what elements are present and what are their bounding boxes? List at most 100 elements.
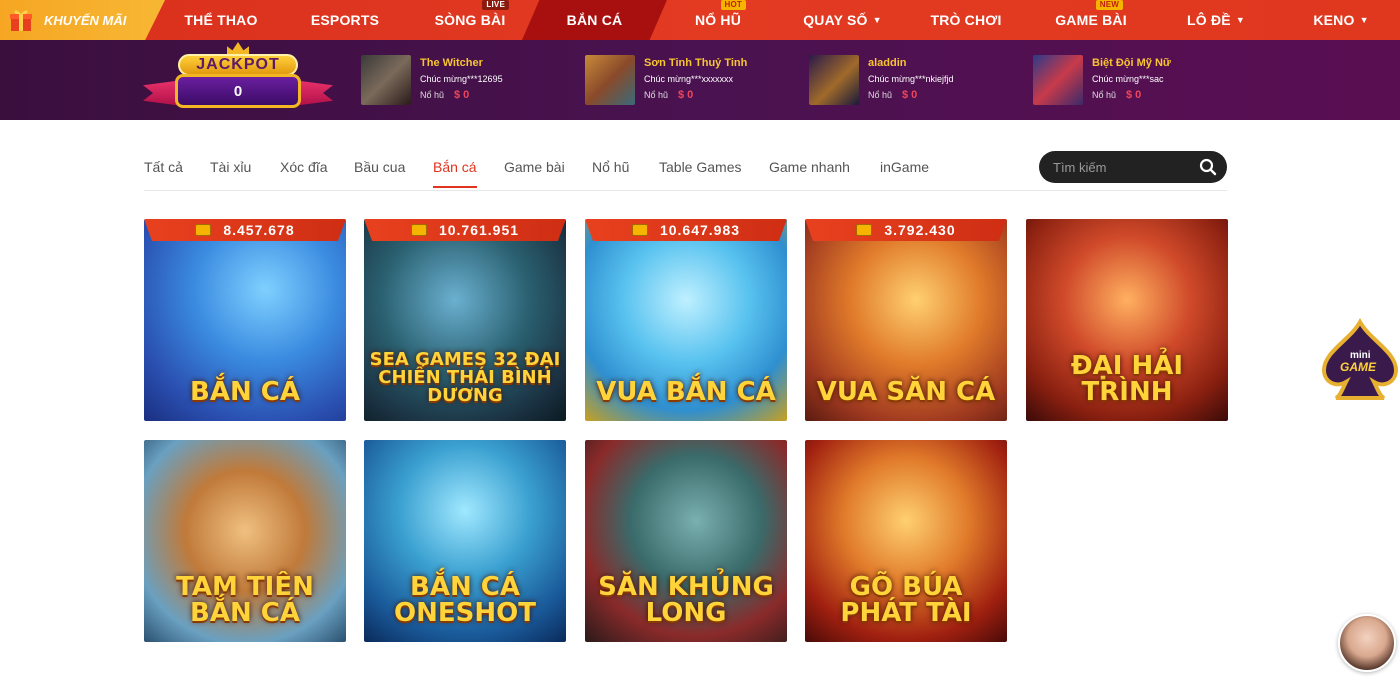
- nav-the-thao[interactable]: THỂ THAO: [175, 0, 267, 40]
- nav-keno[interactable]: KENO ▼: [1300, 0, 1382, 40]
- game-title: ĐẠI HẢI TRÌNH: [1070, 351, 1184, 407]
- winner-amount: $ 0: [902, 89, 918, 101]
- game-card[interactable]: 10.647.983 VUA BẮN CÁ: [585, 219, 787, 421]
- winner-label: Nổ hũ: [420, 90, 445, 100]
- nav-song-bai[interactable]: SÒNG BÀI LIVE: [425, 0, 515, 40]
- nav-esports[interactable]: ESPORTS: [300, 0, 390, 40]
- winner-item[interactable]: Biệt Đội Mỹ Nữ Chúc mừng***sac Nổ hũ $ 0: [1033, 55, 1243, 105]
- top-nav: KHUYẾN MÃI THỂ THAO ESPORTS SÒNG BÀI LIV…: [0, 0, 1400, 40]
- game-card[interactable]: SĂN KHỦNG LONG: [585, 440, 787, 642]
- tab-game-bai[interactable]: Game bài: [504, 152, 565, 188]
- nav-ban-ca[interactable]: BẮN CÁ: [522, 0, 667, 40]
- tab-tai-xiu[interactable]: Tài xỉu: [210, 152, 251, 188]
- winner-item[interactable]: aladdin Chúc mừng***nkiejfjd Nổ hũ $ 0: [809, 55, 1019, 105]
- treasure-chest-icon: [856, 224, 873, 236]
- mini-game-button[interactable]: mini GAME: [1318, 317, 1400, 402]
- game-card[interactable]: ĐẠI HẢI TRÌNH: [1026, 219, 1228, 421]
- tab-tat-ca[interactable]: Tất cả: [144, 152, 183, 188]
- search-icon[interactable]: [1199, 158, 1217, 176]
- tab-ban-ca[interactable]: Bắn cá: [433, 152, 477, 188]
- game-thumbnail: [585, 55, 635, 105]
- treasure-chest-icon: [410, 224, 427, 236]
- winner-game-name: Biệt Đội Mỹ Nữ: [1092, 57, 1171, 69]
- winner-item[interactable]: The Witcher Chúc mừng***12695 Nổ hũ $ 0: [361, 55, 571, 105]
- tab-table-games[interactable]: Table Games: [659, 152, 741, 188]
- game-jackpot-value: 3.792.430: [884, 222, 956, 238]
- tab-game-nhanh[interactable]: Game nhanh: [769, 152, 850, 188]
- nav-no-hu[interactable]: NỔ HŨ HOT: [678, 0, 758, 40]
- nav-label: NỔ HŨ: [694, 12, 742, 28]
- mini-game-label: GAME: [1340, 360, 1376, 374]
- game-title: BẮN CÁ: [190, 377, 300, 407]
- winner-game-name: The Witcher: [420, 57, 483, 69]
- game-title: VUA SĂN CÁ: [816, 377, 996, 407]
- nav-label: SÒNG BÀI: [434, 12, 506, 28]
- winner-game-name: aladdin: [868, 57, 907, 69]
- tabs-divider: [144, 190, 1227, 191]
- treasure-chest-icon: [631, 224, 648, 236]
- winner-game-name: Sơn Tinh Thuỷ Tinh: [644, 57, 748, 69]
- hot-badge: HOT: [720, 0, 746, 10]
- game-card[interactable]: 10.761.951 SEA GAMES 32 ĐẠI CHIẾN THÁI B…: [364, 219, 566, 421]
- nav-label: TRÒ CHƠI: [930, 12, 1002, 28]
- game-jackpot-value: 8.457.678: [223, 222, 295, 238]
- jackpot-widget: JACKPOT 0: [143, 42, 333, 118]
- game-card[interactable]: 8.457.678 BẮN CÁ: [144, 219, 346, 421]
- winner-congrats: Chúc mừng***12695: [420, 74, 503, 84]
- winner-label: Nổ hũ: [1092, 90, 1117, 100]
- tab-xoc-dia[interactable]: Xóc đĩa: [280, 152, 327, 188]
- game-jackpot-bar: 3.792.430: [805, 219, 1007, 241]
- search-input[interactable]: [1053, 159, 1193, 175]
- jackpot-band: JACKPOT 0 The Witcher Chúc mừng***12695 …: [0, 40, 1400, 120]
- search-box: [1039, 151, 1227, 183]
- tab-no-hu[interactable]: Nổ hũ: [592, 152, 629, 188]
- nav-tro-choi[interactable]: TRÒ CHƠI: [920, 0, 1012, 40]
- winner-item[interactable]: Sơn Tinh Thuỷ Tinh Chúc mừng***xxxxxxx N…: [585, 55, 795, 105]
- treasure-chest-icon: [195, 224, 212, 236]
- game-card[interactable]: BẮN CÁ ONESHOT: [364, 440, 566, 642]
- support-avatar[interactable]: [1338, 614, 1396, 672]
- game-thumbnail: [809, 55, 859, 105]
- game-card[interactable]: GÕ BÚA PHÁT TÀI: [805, 440, 1007, 642]
- game-card[interactable]: 3.792.430 VUA SĂN CÁ: [805, 219, 1007, 421]
- chevron-down-icon: ▼: [1235, 15, 1245, 25]
- chevron-down-icon: ▼: [1359, 15, 1369, 25]
- nav-label: LÔ ĐỀ: [1187, 12, 1231, 28]
- nav-label: ESPORTS: [310, 12, 380, 28]
- chevron-down-icon: ▼: [872, 15, 882, 25]
- winner-amount: $ 0: [454, 89, 470, 101]
- game-card[interactable]: TAM TIÊN BẮN CÁ: [144, 440, 346, 642]
- nav-quay-so[interactable]: QUAY SỐ ▼: [795, 0, 890, 40]
- winner-amount: $ 0: [1126, 89, 1142, 101]
- winner-congrats: Chúc mừng***sac: [1092, 74, 1164, 84]
- game-jackpot-bar: 10.761.951: [364, 219, 566, 241]
- game-title: BẮN CÁ ONESHOT: [394, 572, 536, 628]
- promo-label: KHUYẾN MÃI: [44, 12, 127, 28]
- nav-label: BẮN CÁ: [566, 12, 623, 28]
- nav-label: GAME BÀI: [1055, 12, 1127, 28]
- winner-label: Nổ hũ: [868, 90, 893, 100]
- live-badge: LIVE: [482, 0, 509, 10]
- nav-lo-de[interactable]: LÔ ĐỀ ▼: [1175, 0, 1257, 40]
- nav-label: QUAY SỐ: [803, 12, 868, 28]
- jackpot-title: JACKPOT: [178, 54, 298, 76]
- game-title: VUA BẮN CÁ: [596, 377, 776, 407]
- jackpot-value: 0: [175, 74, 301, 108]
- winner-congrats: Chúc mừng***xxxxxxx: [644, 74, 734, 84]
- nav-label: THỂ THAO: [184, 12, 258, 28]
- game-title: SEA GAMES 32 ĐẠI CHIẾN THÁI BÌNH DƯƠNG: [369, 349, 561, 406]
- winner-label: Nổ hũ: [644, 90, 669, 100]
- promo-button[interactable]: KHUYẾN MÃI: [0, 0, 165, 40]
- tab-bau-cua[interactable]: Bầu cua: [354, 152, 405, 188]
- game-thumbnail: [361, 55, 411, 105]
- game-title: TAM TIÊN BẮN CÁ: [176, 572, 314, 628]
- game-thumbnail: [1033, 55, 1083, 105]
- game-jackpot-value: 10.761.951: [438, 222, 520, 238]
- game-title: SĂN KHỦNG LONG: [598, 572, 774, 628]
- tab-ingame[interactable]: inGame: [880, 152, 929, 188]
- game-title: GÕ BÚA PHÁT TÀI: [840, 572, 972, 628]
- nav-game-bai[interactable]: GAME BÀI NEW: [1045, 0, 1137, 40]
- gift-icon: [8, 7, 34, 33]
- game-jackpot-bar: 8.457.678: [144, 219, 346, 241]
- nav-label: KENO: [1313, 12, 1355, 28]
